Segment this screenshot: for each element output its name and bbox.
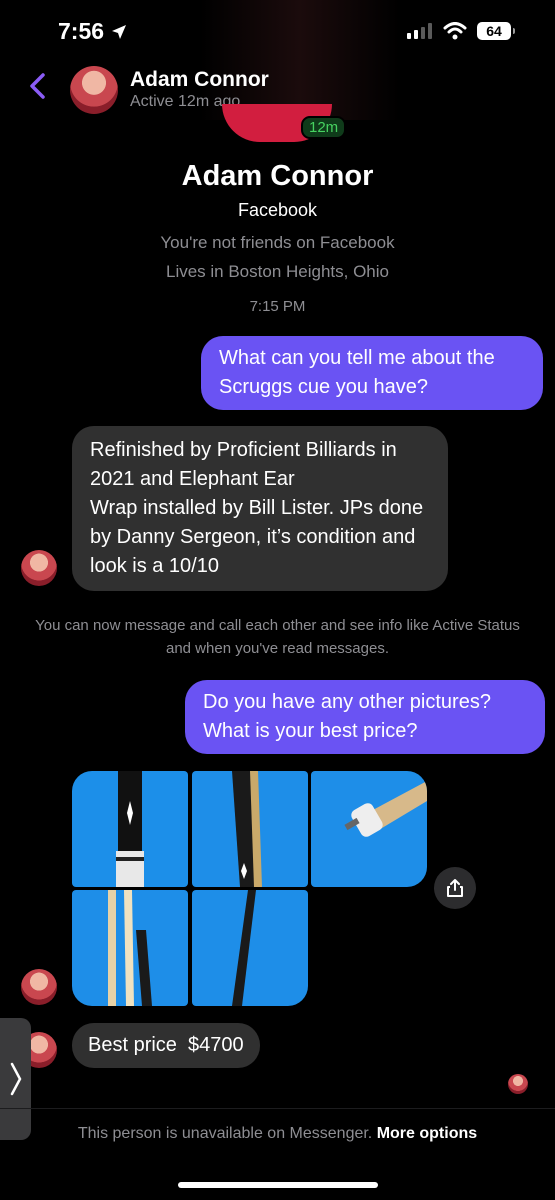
cue-image-icon — [232, 890, 256, 1006]
cue-image-icon — [232, 771, 262, 887]
location: Lives in Boston Heights, Ohio — [165, 262, 389, 281]
system-note: You can now message and call each other … — [35, 617, 520, 657]
more-options-link[interactable]: More options — [377, 1125, 477, 1142]
photo-cue-butt[interactable] — [72, 771, 188, 887]
photo-cue-pair[interactable] — [72, 890, 188, 1006]
outgoing-message[interactable]: Do you have any other pictures? What is … — [185, 680, 545, 754]
chevron-right-icon — [10, 1062, 21, 1096]
clock: 7:56 — [58, 18, 105, 44]
share-button[interactable] — [434, 867, 476, 909]
cue-image-icon — [116, 771, 144, 887]
incoming-message[interactable]: Best price $4700 — [72, 1023, 260, 1068]
outgoing-message[interactable]: What can you tell me about the Scruggs c… — [201, 336, 543, 410]
profile-name: Adam Connor — [181, 160, 374, 192]
status-icons: 64 — [407, 22, 515, 40]
location-arrow-icon — [112, 24, 127, 39]
battery-level: 64 — [486, 23, 502, 39]
contact-name[interactable]: Adam Connor — [130, 68, 269, 92]
friend-status: You're not friends on Facebook — [160, 233, 395, 252]
share-icon — [447, 879, 463, 897]
photo-cue-wrap[interactable] — [192, 890, 308, 1006]
profile-info: You're not friends on Facebook Lives in … — [0, 228, 555, 286]
battery-icon: 64 — [477, 22, 515, 40]
status-time: 7:56 — [58, 18, 128, 45]
unavailable-notice: This person is unavailable on Messenger.… — [0, 1125, 555, 1143]
side-panel-handle[interactable] — [0, 1018, 31, 1140]
photo-cue-joint[interactable] — [311, 771, 427, 887]
cue-image-icon — [108, 890, 152, 1006]
photo-cue-inlay[interactable] — [192, 771, 308, 887]
cue-image-icon — [344, 781, 427, 837]
profile-platform: Facebook — [237, 200, 318, 220]
sender-avatar[interactable] — [21, 550, 57, 586]
home-indicator[interactable] — [178, 1182, 378, 1188]
contact-avatar[interactable] — [70, 66, 118, 114]
unavailable-text: This person is unavailable on Messenger. — [77, 1125, 373, 1142]
cellular-signal-icon — [407, 23, 432, 39]
seen-indicator-avatar — [508, 1074, 528, 1094]
back-arrow-icon[interactable] — [26, 72, 50, 100]
wifi-icon — [443, 22, 467, 40]
timestamp: 7:15 PM — [249, 298, 306, 315]
incoming-message[interactable]: Refinished by Proficient Billiards in 20… — [72, 426, 448, 591]
sender-avatar[interactable] — [21, 969, 57, 1005]
active-badge: 12m — [301, 116, 347, 139]
footer-divider — [0, 1108, 555, 1109]
